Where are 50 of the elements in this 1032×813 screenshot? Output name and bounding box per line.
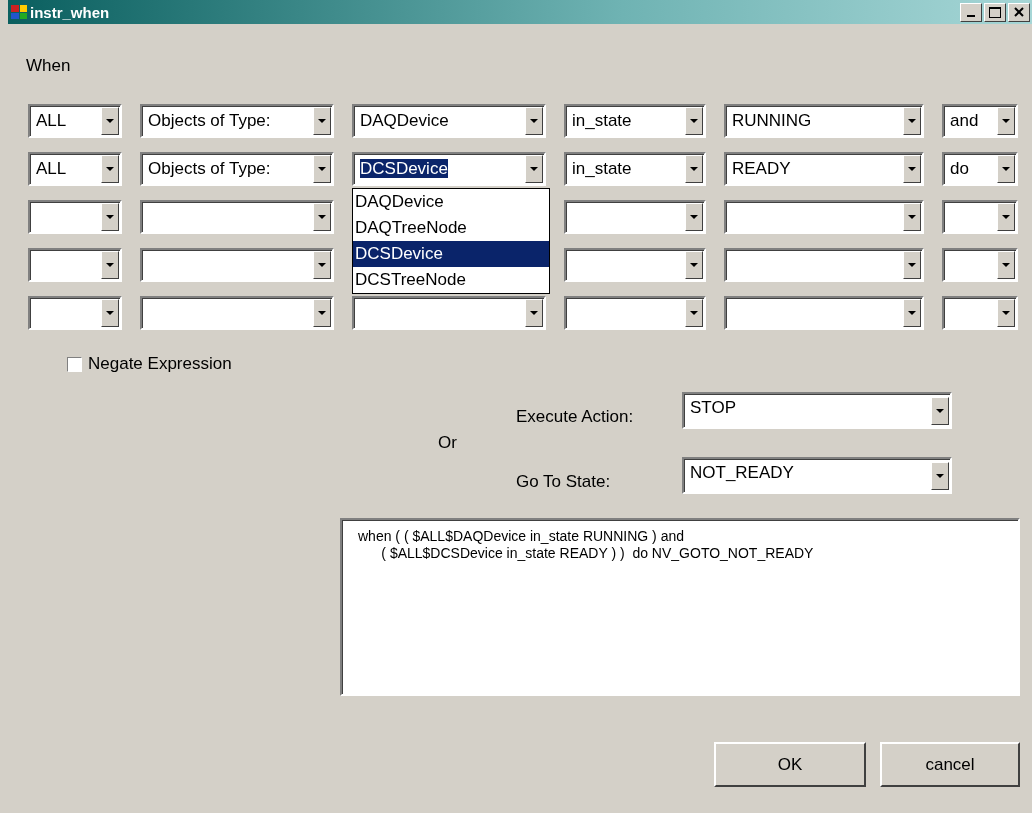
dropdown[interactable] [564, 200, 706, 234]
dropdown[interactable] [352, 296, 546, 330]
dropdown[interactable] [942, 296, 1018, 330]
dropdown[interactable] [942, 200, 1018, 234]
expression-line: when ( ( $ALL$DAQDevice in_state RUNNING ) and [358, 528, 685, 545]
dropdown[interactable]: ALL [28, 152, 122, 186]
dropdown[interactable] [724, 296, 924, 330]
dropdown[interactable] [564, 248, 706, 282]
dialog-button[interactable]: OK [714, 742, 866, 787]
field-label: Execute Action: [516, 407, 635, 428]
close-icon [1014, 7, 1024, 17]
dropdown[interactable] [942, 248, 1018, 282]
dropdown-option[interactable]: DAQTreeNode [353, 215, 549, 241]
maximize-button[interactable] [984, 2, 1006, 22]
window-title: instr_when [30, 3, 111, 21]
dropdown[interactable] [724, 248, 924, 282]
dropdown[interactable]: Objects of Type: [140, 152, 334, 186]
expression-line: ( $ALL$DCSDevice in_state READY ) ) do NV_GOTO_NOT_READY [380, 545, 814, 562]
close-button[interactable] [1008, 2, 1030, 22]
dropdown[interactable]: in_state [564, 104, 706, 138]
dropdown[interactable]: do [942, 152, 1018, 186]
checkbox-label: Negate Expression [88, 354, 232, 374]
expression-text-area[interactable]: when ( ( $ALL$DAQDevice in_state RUNNING ) and ( $ALL$DCSDevice in_state READY ) ) do NV_GOTO_NOT_READY [340, 518, 1020, 696]
app-icon [11, 5, 27, 19]
dropdown[interactable]: READY [724, 152, 924, 186]
dropdown[interactable] [140, 248, 334, 282]
dropdown[interactable]: and [942, 104, 1018, 138]
dropdown[interactable] [28, 296, 122, 330]
or-label: Or [438, 433, 457, 453]
dropdown-option[interactable]: DAQDevice [353, 189, 549, 215]
dropdown[interactable] [28, 200, 122, 234]
dropdown[interactable] [140, 200, 334, 234]
dropdown[interactable] [724, 200, 924, 234]
dropdown[interactable] [564, 296, 706, 330]
dropdown[interactable]: Objects of Type: [140, 104, 334, 138]
dropdown[interactable] [140, 296, 334, 330]
dropdown-option[interactable]: DCSDevice [353, 241, 549, 267]
when-label: When [25, 55, 72, 77]
dropdown[interactable]: RUNNING [724, 104, 924, 138]
field-label: Go To State: [516, 472, 612, 493]
minimize-button[interactable] [960, 2, 982, 22]
checkbox[interactable] [67, 356, 82, 372]
dropdown[interactable]: in_state [564, 152, 706, 186]
dropdown[interactable]: DAQDevice [352, 104, 546, 138]
dropdown-option[interactable]: DCSTreeNode [353, 267, 549, 293]
dialog-button[interactable]: cancel [880, 742, 1020, 787]
dropdown[interactable]: STOP [682, 392, 952, 429]
dropdown[interactable] [28, 248, 122, 282]
dropdown[interactable]: NOT_READY [682, 457, 952, 494]
dropdown[interactable]: ALL [28, 104, 122, 138]
